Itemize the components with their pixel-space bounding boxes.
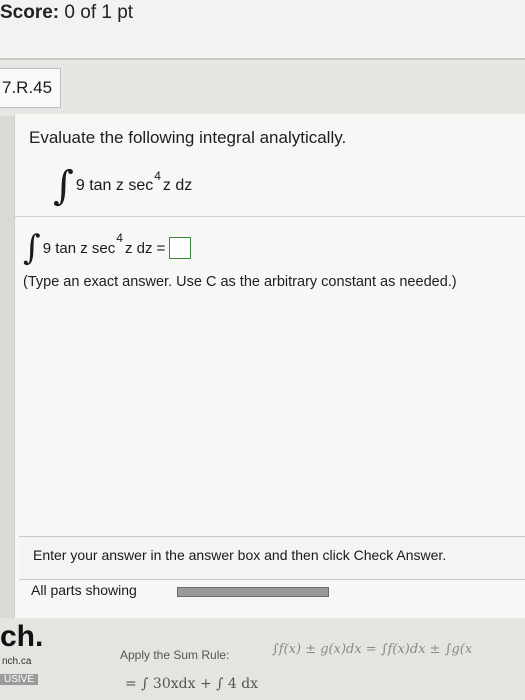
instructions-box: Enter your answer in the answer box and … bbox=[19, 536, 525, 580]
score-label: Score: bbox=[0, 2, 60, 23]
question-panel: Evaluate the following integral analytic… bbox=[14, 114, 525, 618]
instructions-text: Enter your answer in the answer box and … bbox=[33, 547, 447, 563]
promo-exclusive-badge: USIVE bbox=[0, 674, 39, 685]
sum-rule-expression: = ∫ 30xdx + ∫ 4 dx bbox=[125, 676, 259, 692]
parts-progress-bar bbox=[177, 587, 329, 597]
question-id: 7.R.45 bbox=[0, 68, 61, 108]
promo-site: nch.ca bbox=[2, 656, 32, 667]
answer-input[interactable] bbox=[169, 237, 192, 259]
sum-rule-formula: ∫f(x) ± g(x)dx = ∫f(x)dx ± ∫g(x bbox=[272, 642, 473, 657]
score-bar: Score: 0 of 1 pt bbox=[0, 0, 525, 58]
score: Score: 0 of 1 pt bbox=[0, 2, 133, 24]
integral-display: ∫ 9 tan z sec 4 z dz bbox=[53, 162, 192, 210]
integrand-base: 9 tan z sec bbox=[42, 239, 116, 257]
promo-logo: ch. bbox=[0, 620, 44, 653]
progress-fill bbox=[178, 588, 328, 596]
question-id-strip bbox=[0, 60, 525, 116]
integral-sign: ∫ bbox=[23, 228, 41, 268]
integrand-base: 9 tan z sec bbox=[75, 177, 154, 194]
parts-label: All parts showing bbox=[31, 582, 137, 598]
score-value: 0 of 1 pt bbox=[64, 2, 134, 23]
integrand-exponent: 4 bbox=[116, 231, 123, 245]
equals-sign: = bbox=[156, 239, 166, 257]
promo-banner: ch. nch.ca USIVE Apply the Sum Rule: ∫f(… bbox=[0, 618, 525, 700]
question-id-text: 7.R.45 bbox=[2, 78, 53, 97]
integrand-exponent: 4 bbox=[154, 169, 161, 183]
sum-rule-label: Apply the Sum Rule: bbox=[120, 648, 230, 662]
integrand-tail: z dz bbox=[162, 177, 193, 194]
integrand-tail: z dz bbox=[124, 239, 153, 257]
answer-equation: ∫ 9 tan z sec 4 z dz = bbox=[23, 226, 192, 270]
separator bbox=[15, 216, 525, 217]
integral-sign: ∫ bbox=[53, 163, 74, 209]
answer-hint: (Type an exact answer. Use C as the arbi… bbox=[23, 274, 457, 290]
question-prompt: Evaluate the following integral analytic… bbox=[29, 128, 347, 147]
